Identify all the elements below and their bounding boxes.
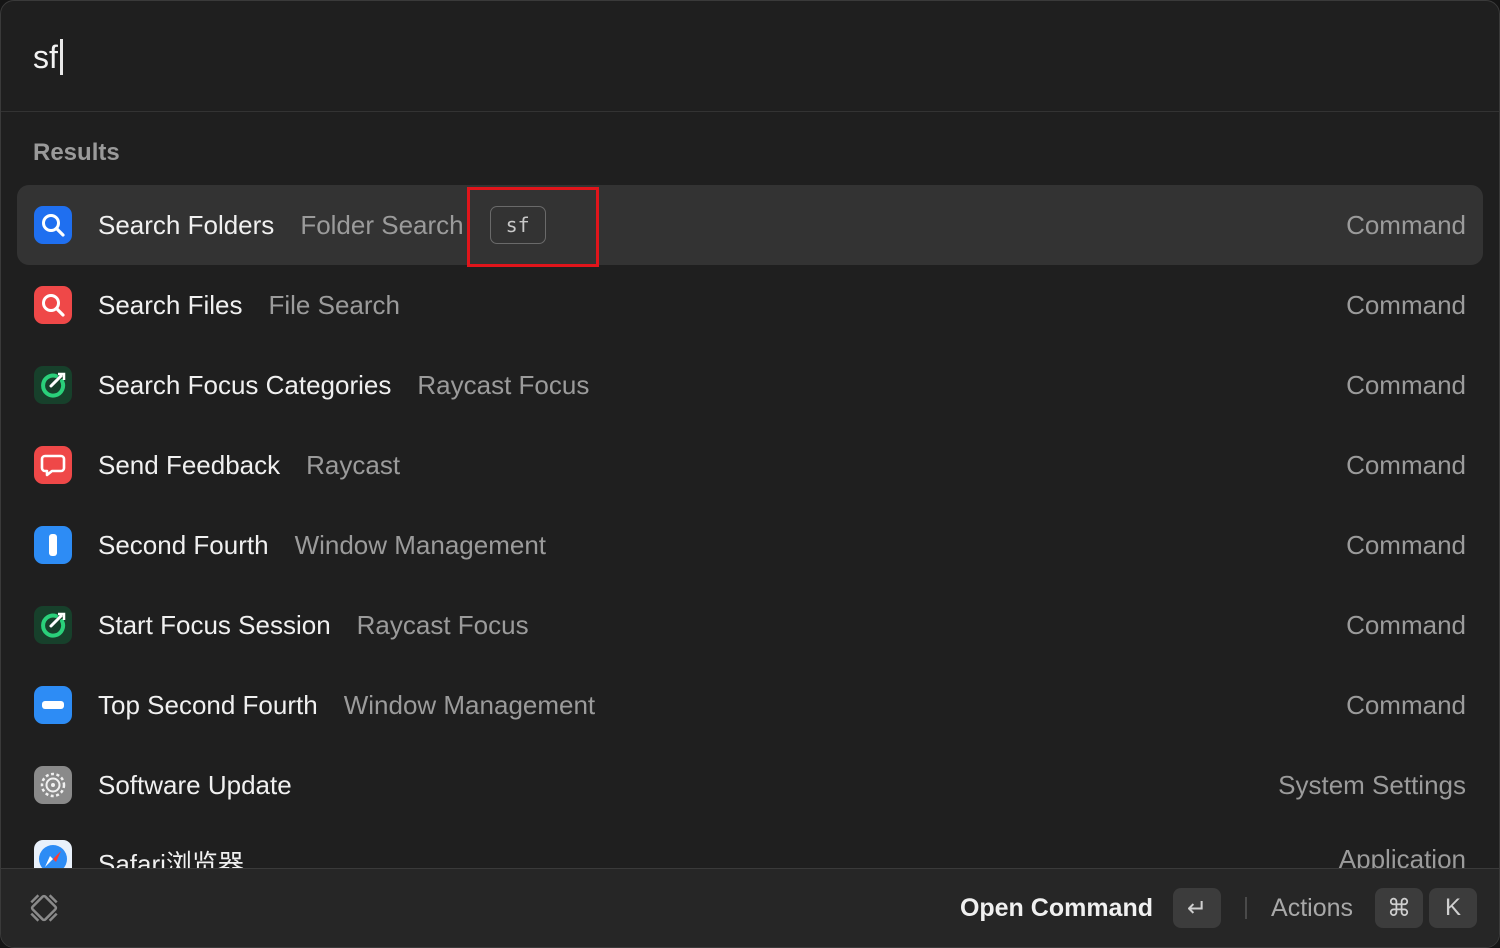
actions-button[interactable]: Actions [1271,894,1353,923]
result-row-search-files[interactable]: Search Files File Search Command [17,265,1483,345]
k-key-icon: K [1429,888,1477,928]
window-top-second-fourth-icon [34,686,72,724]
text-caret [59,39,63,75]
result-row-top-second-fourth[interactable]: Top Second Fourth Window Management Comm… [17,665,1483,745]
result-type: Command [1346,689,1466,720]
gear-icon [34,766,72,804]
result-type: Command [1346,609,1466,640]
result-subtitle: Raycast [306,449,401,480]
result-row-safari[interactable]: Safari浏览器 Application [17,825,1483,869]
result-subtitle: Window Management [294,529,547,560]
result-type: System Settings [1278,769,1466,800]
result-subtitle: Raycast Focus [417,369,590,400]
result-subtitle: File Search [268,289,401,320]
result-type: Command [1346,289,1466,320]
open-command-button[interactable]: Open Command [960,894,1153,923]
result-row-software-update[interactable]: Software Update System Settings [17,745,1483,825]
focus-icon [34,606,72,644]
result-title: Send Feedback [98,449,281,480]
search-query: sf [33,39,58,75]
result-row-send-feedback[interactable]: Send Feedback Raycast Command [17,425,1483,505]
result-type: Command [1346,449,1466,480]
result-subtitle: Raycast Focus [356,609,529,640]
result-title: Start Focus Session [98,609,331,640]
result-title: Top Second Fourth [98,689,318,720]
focus-icon [34,366,72,404]
result-row-second-fourth[interactable]: Second Fourth Window Management Command [17,505,1483,585]
section-title: Results [33,139,120,166]
raycast-logo-icon[interactable] [25,889,63,927]
result-title: Second Fourth [98,529,269,560]
search-bar[interactable]: sf [1,1,1499,112]
result-type: Application [1338,844,1466,869]
search-input[interactable]: sf [33,35,63,79]
result-type: Command [1346,529,1466,560]
red-highlight-annotation [466,187,599,267]
result-row-search-focus-categories[interactable]: Search Focus Categories Raycast Focus Co… [17,345,1483,425]
command-key-icon: ⌘ [1375,888,1423,928]
result-row-search-folders[interactable]: Search Folders Folder Search sf Command [17,185,1483,267]
result-subtitle: Folder Search [300,209,464,240]
alias-badge: sf [466,187,599,267]
return-key-icon: ↵ [1173,888,1222,928]
result-title: Search Focus Categories [98,369,392,400]
result-subtitle: Window Management [343,689,596,720]
safari-icon [34,840,72,869]
search-folders-icon [34,206,72,244]
result-type: Command [1346,369,1466,400]
feedback-icon [34,446,72,484]
result-title: Search Files [98,289,243,320]
separator [1245,897,1248,919]
result-title: Software Update [98,769,292,800]
result-title: Search Folders [98,209,275,240]
result-type: Command [1346,209,1466,240]
window-second-fourth-icon [34,526,72,564]
launcher-window: sf Results Search Folders Folder Search … [0,0,1500,948]
results-list: Search Folders Folder Search sf Command … [17,185,1483,869]
action-bar: Open Command ↵ Actions ⌘ K [1,868,1499,947]
footer-actions: Open Command ↵ Actions ⌘ K [960,869,1477,947]
result-title: Safari浏览器 [98,849,244,869]
result-row-start-focus-session[interactable]: Start Focus Session Raycast Focus Comman… [17,585,1483,665]
search-files-icon [34,286,72,324]
